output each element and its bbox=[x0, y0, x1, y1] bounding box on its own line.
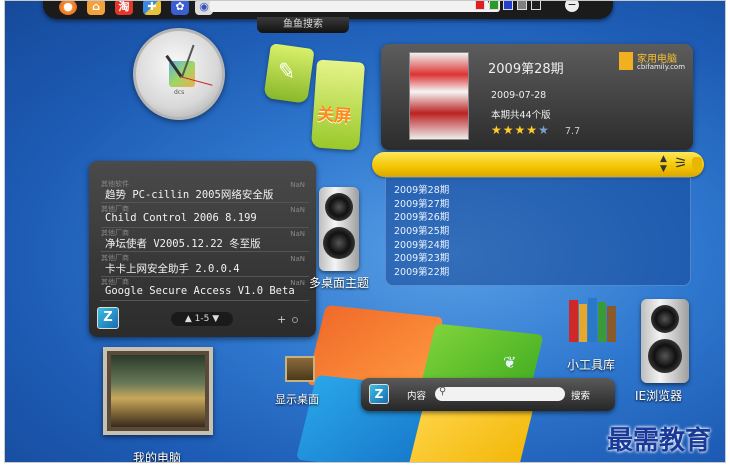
pager[interactable]: ▲ 1-5 ▼ bbox=[171, 312, 233, 326]
issue-item[interactable]: 2009第27期 bbox=[386, 198, 690, 212]
rating-stars: ★★★★★ bbox=[491, 123, 550, 137]
butterfly-icon: ❦ bbox=[503, 353, 517, 372]
paw-icon[interactable]: ✿ bbox=[171, 1, 189, 15]
software-list-widget: 其他软件 趋势 PC-cillin 2005网络安全版 NaN 其他厂商 Child C… bbox=[89, 161, 316, 337]
firefox-icon[interactable]: ● bbox=[59, 1, 77, 15]
magazine-title: 2009第28期 bbox=[488, 62, 564, 77]
software-row[interactable]: 其他厂商 卡卡上网安全助手 2.0.0.4 NaN bbox=[101, 253, 309, 277]
rating-score: 7.7 bbox=[565, 126, 581, 137]
swatch-blue[interactable] bbox=[503, 1, 513, 10]
software-row[interactable]: 其他厂商 Child Control 2006 8.199 NaN bbox=[101, 204, 309, 228]
magazine-count: 本期共44个版 bbox=[491, 110, 551, 121]
search-tab-label: 鱼鱼搜索 bbox=[283, 19, 323, 30]
home-icon[interactable]: ⌂ bbox=[87, 1, 105, 15]
pager-label: 1-5 bbox=[194, 314, 210, 324]
swatch-green[interactable] bbox=[489, 1, 499, 10]
watermark: 最需教育 bbox=[607, 426, 712, 456]
show-desktop-label: 显示桌面 bbox=[275, 393, 319, 406]
content-search-widget: Z 内容 ⚲ 搜索 bbox=[361, 378, 615, 411]
search-button[interactable]: 搜索 bbox=[571, 388, 590, 402]
magazine-cover[interactable] bbox=[409, 52, 469, 140]
issue-item[interactable]: 2009第25期 bbox=[386, 225, 690, 239]
content-search-input[interactable]: ⚲ bbox=[435, 386, 565, 401]
software-tag: NaN bbox=[290, 279, 305, 287]
puzzle-icon[interactable]: ✚ bbox=[143, 1, 161, 15]
speaker-themes-icon[interactable] bbox=[319, 187, 359, 271]
star-icon: ★ bbox=[526, 123, 539, 137]
issue-item[interactable]: 2009第22期 bbox=[386, 266, 690, 280]
toolbar-search-input[interactable]: ⚲ bbox=[210, 1, 500, 12]
issue-item[interactable]: 2009第23期 bbox=[386, 252, 690, 266]
add-button[interactable]: + bbox=[277, 313, 286, 326]
software-name: Child Control 2006 8.199 bbox=[105, 211, 257, 224]
search-tab[interactable]: 鱼鱼搜索 bbox=[257, 17, 349, 33]
magazine-date: 2009-07-28 bbox=[491, 90, 547, 101]
wrench-icon: ✎ bbox=[275, 58, 298, 86]
software-tag: NaN bbox=[290, 205, 305, 214]
bar-end-cap bbox=[692, 157, 702, 171]
software-row[interactable]: 其他厂商 Google Secure Access V1.0 Beta NaN bbox=[101, 277, 309, 301]
star-icon: ★ bbox=[491, 123, 503, 137]
prev-page-icon[interactable]: ▲ bbox=[185, 314, 192, 324]
next-page-icon[interactable]: ▼ bbox=[212, 314, 219, 324]
issue-item[interactable]: 2009第24期 bbox=[386, 239, 690, 253]
software-name: Google Secure Access V1.0 Beta bbox=[105, 285, 295, 297]
close-button[interactable]: − bbox=[565, 1, 579, 12]
desktop: ● ⌂ 淘 ✚ ✿ ◉ ⚲ − 鱼鱼搜索 dcs ✎ 关屏 2009第28期 2… bbox=[4, 0, 726, 463]
issue-dropdown-bar[interactable]: ▲ ▼ ⚞ bbox=[372, 152, 704, 177]
software-tag: NaN bbox=[290, 181, 305, 189]
star-icon: ★ bbox=[538, 123, 550, 137]
magazine-widget: 2009第28期 2009-07-28 本期共44个版 ★★★★★ 7.7 家用… bbox=[381, 44, 693, 150]
my-computer-icon[interactable] bbox=[103, 347, 213, 435]
ie-label: IE浏览器 bbox=[635, 389, 683, 403]
taobao-icon[interactable]: 淘 bbox=[115, 1, 133, 15]
issue-item[interactable]: 2009第26期 bbox=[386, 211, 690, 225]
issue-item[interactable]: 2009第28期 bbox=[386, 184, 690, 198]
scroll-arrows-icon[interactable]: ▲ ▼ bbox=[660, 154, 667, 174]
close-screen-tag[interactable]: 关屏 bbox=[310, 59, 366, 151]
software-tag: NaN bbox=[290, 230, 305, 238]
clock-widget[interactable]: dcs bbox=[133, 28, 225, 120]
speaker-ie-icon[interactable] bbox=[641, 299, 689, 383]
software-name: 趋势 PC-cillin 2005网络安全版 bbox=[105, 189, 274, 201]
search-icon: ⚲ bbox=[439, 386, 447, 397]
books-icon[interactable] bbox=[567, 298, 621, 344]
brand-logo-icon bbox=[619, 52, 633, 70]
brand-site: cbifamily.com bbox=[637, 63, 686, 71]
issue-list: 2009第28期 2009第27期 2009第26期 2009第25期 2009第24期… bbox=[385, 177, 691, 286]
software-name: 净坛使者 V2005.12.22 冬至版 bbox=[105, 238, 261, 250]
settings-dot-icon[interactable] bbox=[292, 317, 298, 323]
swatch-gray[interactable] bbox=[517, 1, 527, 10]
star-icon: ★ bbox=[502, 123, 515, 137]
my-computer-label: 我的电脑 bbox=[133, 451, 182, 463]
swatch-red[interactable] bbox=[475, 1, 485, 10]
swatch-black[interactable] bbox=[531, 1, 541, 10]
settings-tag[interactable]: ✎ bbox=[263, 43, 315, 104]
theme-label: 多桌面主题 bbox=[309, 276, 370, 290]
close-screen-label: 关屏 bbox=[316, 104, 352, 127]
z-logo-icon[interactable]: Z bbox=[97, 307, 119, 329]
z-search-logo-icon: Z bbox=[369, 384, 389, 404]
software-row[interactable]: 其他厂商 净坛使者 V2005.12.22 冬至版 NaN bbox=[101, 228, 309, 252]
show-desktop-icon[interactable] bbox=[285, 356, 315, 382]
star-icon: ★ bbox=[514, 123, 527, 137]
software-name: 卡卡上网安全助手 2.0.0.4 bbox=[105, 262, 240, 275]
signal-icon: ⚞ bbox=[674, 154, 688, 172]
software-tag: NaN bbox=[290, 254, 305, 263]
software-row[interactable]: 其他软件 趋势 PC-cillin 2005网络安全版 NaN bbox=[101, 179, 309, 203]
tools-label: 小工具库 bbox=[567, 358, 616, 372]
issue-list-items: 2009第28期 2009第27期 2009第26期 2009第25期 2009第24期… bbox=[386, 178, 690, 280]
clock-brand: dcs bbox=[174, 89, 185, 96]
content-label: 内容 bbox=[407, 391, 427, 402]
magazine-brand: 家用电脑 cbifamily.com bbox=[619, 50, 689, 74]
